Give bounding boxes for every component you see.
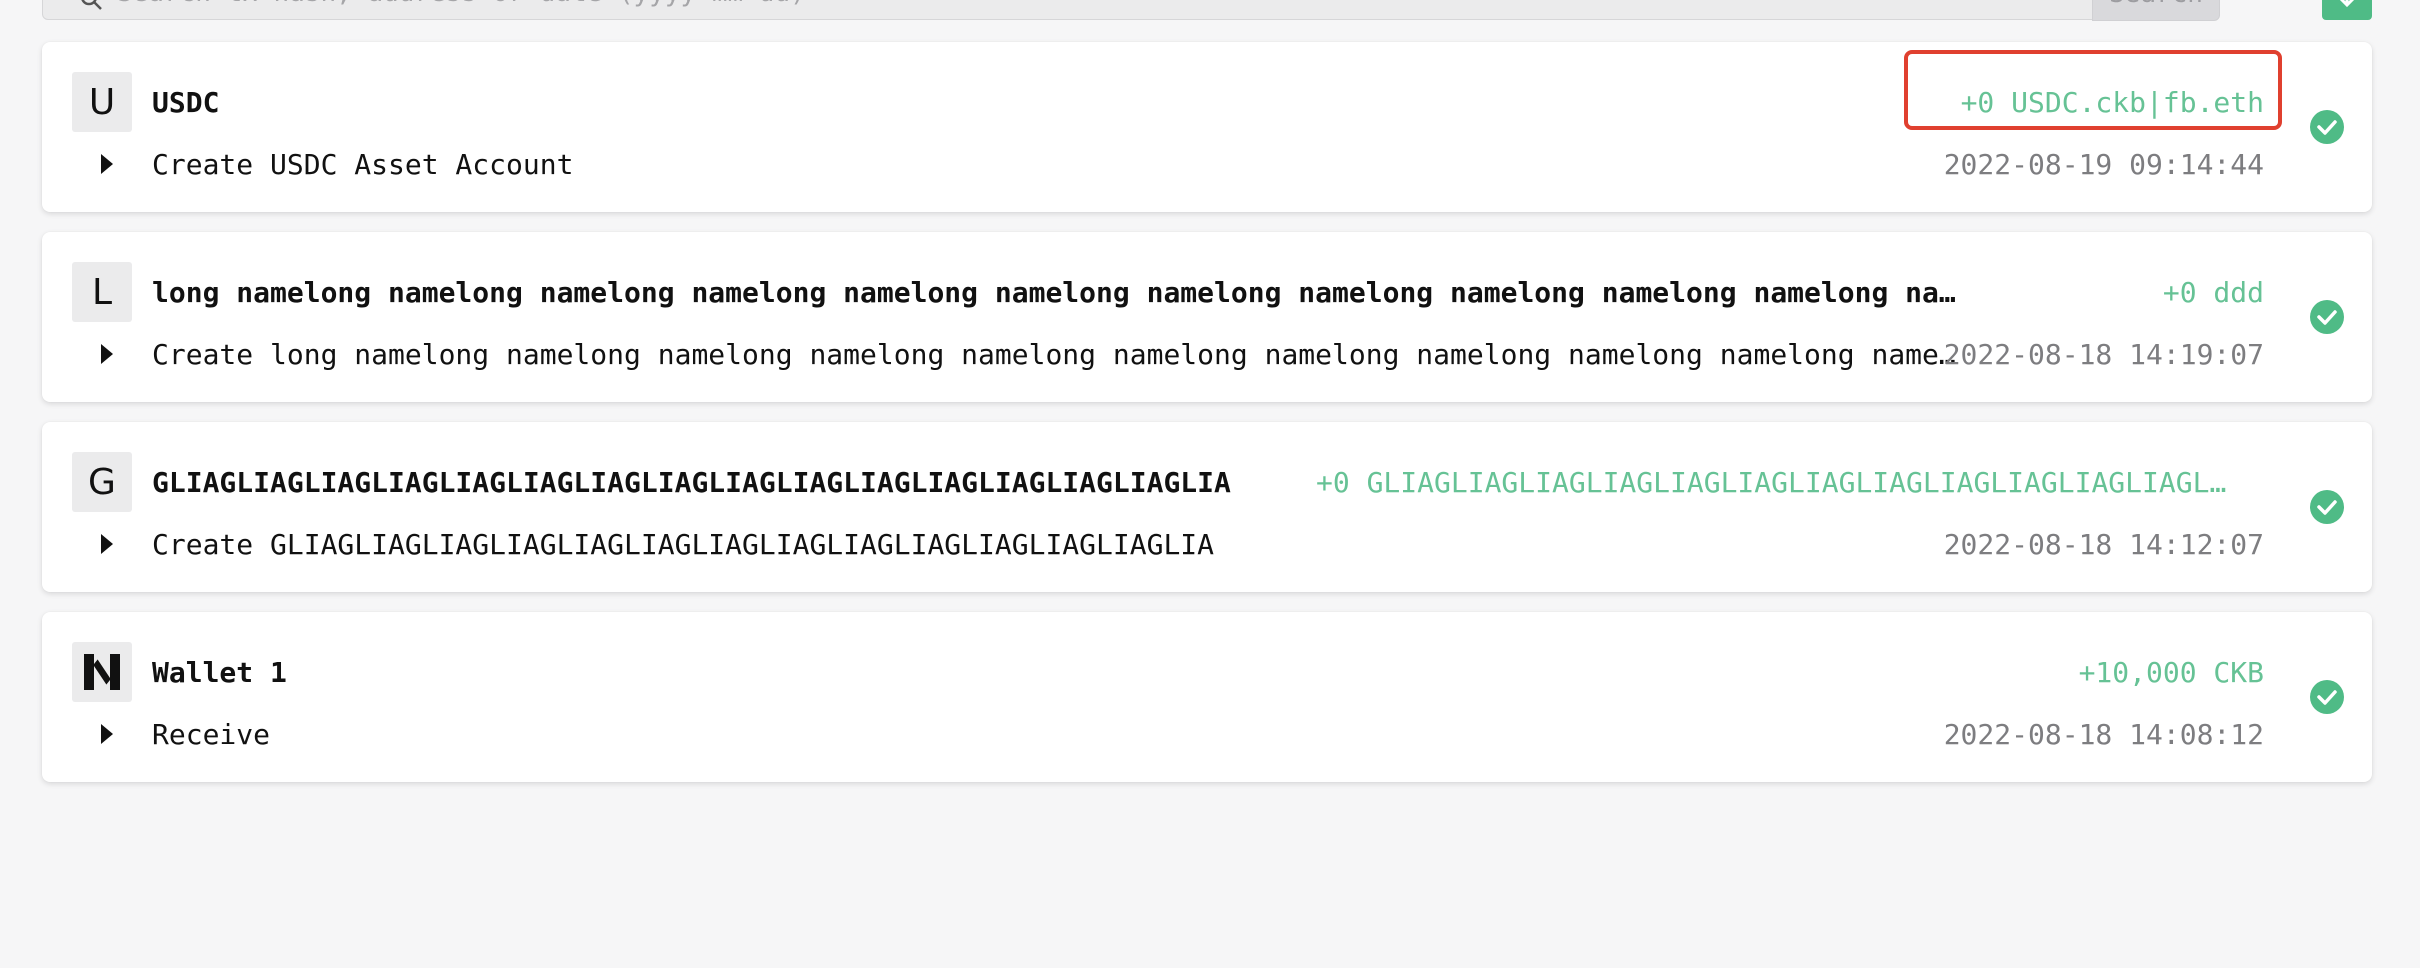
transaction-name: Wallet 1 xyxy=(152,656,287,689)
transaction-time: 2022-08-18 14:08:12 xyxy=(1943,718,2264,751)
expand-caret-icon[interactable] xyxy=(101,154,113,174)
asset-avatar: U xyxy=(72,72,132,132)
transaction-description: Create long namelong namelong namelong n… xyxy=(152,338,1960,371)
transaction-amount: +0 GLIAGLIAGLIAGLIAGLIAGLIAGLIAGLIAGLIAG… xyxy=(1316,466,2242,499)
expand-caret-icon[interactable] xyxy=(101,344,113,364)
transaction-amount: +10,000 CKB xyxy=(2078,656,2264,689)
success-check-icon xyxy=(2310,300,2344,334)
transaction-row[interactable]: L long namelong namelong namelong namelo… xyxy=(42,232,2372,402)
neuron-logo-icon xyxy=(72,642,132,702)
transaction-amount: +0 ddd xyxy=(2162,276,2264,309)
transaction-row[interactable]: G GLIAGLIAGLIAGLIAGLIAGLIAGLIAGLIAGLIAGL… xyxy=(42,422,2372,592)
transaction-row[interactable]: Wallet 1 +10,000 CKB Receive 2022-08-18 … xyxy=(42,612,2372,782)
transaction-description: Create GLIAGLIAGLIAGLIAGLIAGLIAGLIAGLIAG… xyxy=(152,528,1215,561)
transaction-description: Receive xyxy=(152,718,271,751)
transaction-list: U USDC +0 USDC.ckb|fb.eth Create USDC As… xyxy=(42,42,2372,802)
success-check-icon xyxy=(2310,110,2344,144)
export-button[interactable] xyxy=(2322,0,2372,20)
transaction-name: GLIAGLIAGLIAGLIAGLIAGLIAGLIAGLIAGLIAGLIA… xyxy=(152,466,1231,499)
transaction-name: USDC xyxy=(152,86,220,119)
expand-caret-icon[interactable] xyxy=(101,534,113,554)
success-check-icon xyxy=(2310,490,2344,524)
transaction-time: 2022-08-19 09:14:44 xyxy=(1943,148,2264,181)
expand-caret-icon[interactable] xyxy=(101,724,113,744)
search-button[interactable]: Search xyxy=(2092,0,2220,21)
transaction-description: Create USDC Asset Account xyxy=(152,148,574,181)
transaction-time: 2022-08-18 14:19:07 xyxy=(1943,338,2264,371)
asset-avatar: G xyxy=(72,452,132,512)
transaction-time: 2022-08-18 14:12:07 xyxy=(1943,528,2264,561)
transaction-row[interactable]: U USDC +0 USDC.ckb|fb.eth Create USDC As… xyxy=(42,42,2372,212)
search-input[interactable] xyxy=(117,0,2097,11)
success-check-icon xyxy=(2310,680,2344,714)
search-bar: Search xyxy=(42,0,2220,21)
transaction-name: long namelong namelong namelong namelong… xyxy=(152,276,1960,309)
search-icon xyxy=(79,0,103,11)
download-icon xyxy=(2337,0,2357,14)
asset-avatar: L xyxy=(72,262,132,322)
transaction-amount: +0 USDC.ckb|fb.eth xyxy=(1960,86,2264,119)
